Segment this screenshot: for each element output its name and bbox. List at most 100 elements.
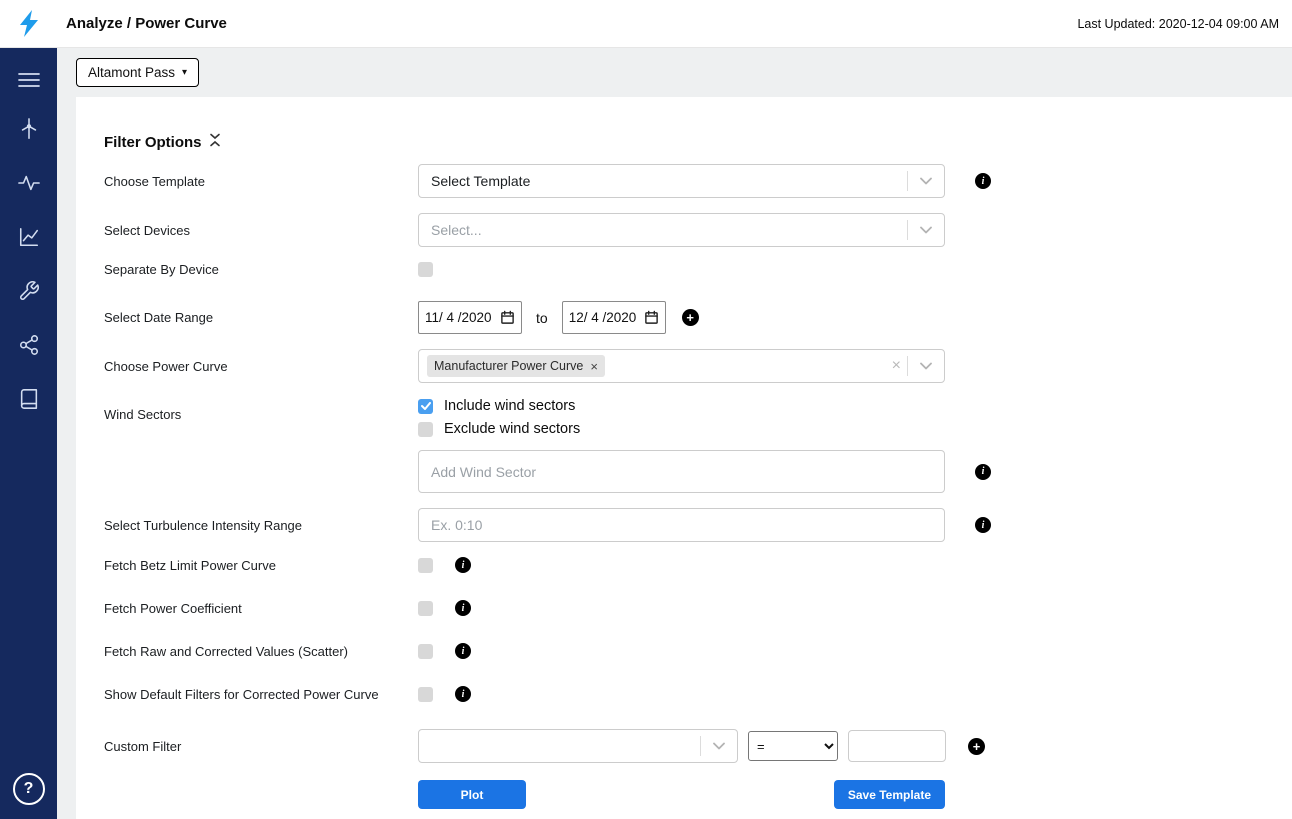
fetch-power-coefficient-checkbox[interactable] <box>418 600 433 616</box>
remove-tag-icon[interactable]: × <box>590 360 598 373</box>
menu-button[interactable] <box>0 58 57 102</box>
include-wind-sectors-option[interactable]: Include wind sectors <box>418 398 991 414</box>
info-icon[interactable]: i <box>975 463 991 480</box>
start-date-value: 11/ 4 /2020 <box>425 310 492 325</box>
wind-sectors-label: Wind Sectors <box>104 407 182 422</box>
choose-template-select[interactable]: Select Template <box>418 164 945 198</box>
info-icon[interactable]: i <box>975 173 991 189</box>
hamburger-icon <box>17 73 40 87</box>
site-selector-label: Altamont Pass <box>88 65 176 80</box>
calendar-icon[interactable] <box>500 310 515 325</box>
start-date-input[interactable]: 11/ 4 /2020 <box>418 301 522 334</box>
info-icon[interactable]: i <box>455 643 471 659</box>
wind-turbine-icon <box>21 118 36 139</box>
date-range-row: Select Date Range 11/ 4 /2020 to 12/ 4 /… <box>104 301 1292 334</box>
end-date-value: 12/ 4 /2020 <box>568 310 637 325</box>
fetch-betz-checkbox[interactable] <box>418 557 433 573</box>
select-devices-placeholder: Select... <box>431 222 482 238</box>
wind-sectors-row: Wind Sectors Include wind sectors Exclud… <box>104 398 1292 493</box>
custom-filter-value-input[interactable] <box>848 730 946 762</box>
select-devices-label: Select Devices <box>104 222 190 238</box>
form-actions: Plot Save Template <box>418 780 945 809</box>
turbulence-range-row: Select Turbulence Intensity Range i <box>104 508 1292 542</box>
sidebar: ? <box>0 48 57 819</box>
fetch-raw-corrected-checkbox[interactable] <box>418 643 433 659</box>
info-icon[interactable]: i <box>455 600 471 616</box>
fetch-power-coefficient-row: Fetch Power Coefficient i <box>104 600 1292 616</box>
page-title: Analyze / Power Curve <box>66 15 227 32</box>
sidebar-item-activity[interactable] <box>0 156 57 210</box>
select-devices-row: Select Devices Select... <box>104 213 1292 247</box>
chevron-down-icon[interactable] <box>908 350 944 382</box>
filter-options-title: Filter Options <box>104 134 202 151</box>
date-range-label: Select Date Range <box>104 310 214 325</box>
date-range-to-label: to <box>536 309 548 326</box>
custom-filter-operator-select[interactable]: = <box>748 731 838 761</box>
site-toolbar: Altamont Pass ▾ <box>57 48 1292 97</box>
add-date-range-button[interactable]: + <box>681 309 699 326</box>
help-button[interactable]: ? <box>12 773 45 805</box>
power-curve-tag: Manufacturer Power Curve × <box>427 355 605 377</box>
chevron-down-icon[interactable] <box>908 165 944 197</box>
include-wind-sectors-checkbox[interactable] <box>418 398 433 414</box>
fetch-betz-row: Fetch Betz Limit Power Curve i <box>104 557 1292 573</box>
choose-power-curve-label: Choose Power Curve <box>104 358 228 374</box>
sidebar-item-analyze[interactable] <box>0 210 57 264</box>
sidebar-item-library[interactable] <box>0 372 57 426</box>
show-default-filters-checkbox[interactable] <box>418 686 433 702</box>
choose-template-label: Choose Template <box>104 173 205 189</box>
choose-power-curve-row: Choose Power Curve Manufacturer Power Cu… <box>104 349 1292 383</box>
add-wind-sector-input[interactable] <box>418 450 945 493</box>
collapse-icon[interactable] <box>209 133 221 152</box>
sidebar-item-turbine[interactable] <box>0 102 57 156</box>
app-logo[interactable] <box>0 0 57 48</box>
custom-filter-row: Custom Filter = + <box>104 729 1292 763</box>
plot-button[interactable]: Plot <box>418 780 526 809</box>
turbulence-range-input[interactable] <box>418 508 945 542</box>
select-devices-select[interactable]: Select... <box>418 213 945 247</box>
separate-by-device-checkbox[interactable] <box>418 262 433 277</box>
sidebar-item-tools[interactable] <box>0 264 57 318</box>
info-icon[interactable]: i <box>455 557 471 573</box>
separate-by-device-row: Separate By Device <box>104 262 1292 277</box>
filter-panel: Filter Options Choose Template Select Te… <box>76 97 1292 819</box>
add-custom-filter-button[interactable]: + <box>968 737 985 755</box>
separate-by-device-label: Separate By Device <box>104 262 219 277</box>
app-header: Analyze / Power Curve Last Updated: 2020… <box>0 0 1292 48</box>
caret-down-icon: ▾ <box>182 66 188 78</box>
clear-all-icon[interactable]: × <box>886 357 907 375</box>
check-icon <box>420 402 431 410</box>
end-date-input[interactable]: 12/ 4 /2020 <box>561 301 666 334</box>
sidebar-item-share[interactable] <box>0 318 57 372</box>
exclude-wind-sectors-checkbox[interactable] <box>418 421 433 437</box>
wrench-icon <box>19 281 39 300</box>
fetch-raw-corrected-row: Fetch Raw and Corrected Values (Scatter)… <box>104 643 1292 659</box>
share-nodes-icon <box>19 335 38 355</box>
choose-template-row: Choose Template Select Template i <box>104 164 1292 198</box>
custom-filter-label: Custom Filter <box>104 738 182 754</box>
power-curve-tag-label: Manufacturer Power Curve <box>434 359 584 373</box>
chevron-down-icon[interactable] <box>908 214 944 246</box>
custom-filter-field-select[interactable] <box>418 729 738 763</box>
chevron-down-icon[interactable] <box>701 730 737 762</box>
choose-template-value: Select Template <box>431 173 531 189</box>
exclude-wind-sectors-option[interactable]: Exclude wind sectors <box>418 421 991 437</box>
fetch-betz-label: Fetch Betz Limit Power Curve <box>104 557 276 573</box>
show-default-filters-row: Show Default Filters for Corrected Power… <box>104 686 1292 702</box>
show-default-filters-label: Show Default Filters for Corrected Power… <box>104 686 379 702</box>
calendar-icon[interactable] <box>644 310 659 325</box>
turbulence-range-label: Select Turbulence Intensity Range <box>104 517 303 533</box>
choose-power-curve-select[interactable]: Manufacturer Power Curve × × <box>418 349 945 383</box>
chart-line-icon <box>19 227 38 247</box>
lightning-logo-icon <box>19 10 38 37</box>
activity-pulse-icon <box>17 175 40 191</box>
site-selector-button[interactable]: Altamont Pass ▾ <box>76 58 200 87</box>
fetch-power-coefficient-label: Fetch Power Coefficient <box>104 600 242 616</box>
info-icon[interactable]: i <box>455 686 471 702</box>
main-area: Altamont Pass ▾ Filter Options Choose Te… <box>57 48 1292 819</box>
exclude-wind-sectors-label: Exclude wind sectors <box>444 421 581 437</box>
save-template-button[interactable]: Save Template <box>833 780 945 809</box>
last-updated-text: Last Updated: 2020-12-04 09:00 AM <box>1077 16 1279 31</box>
info-icon[interactable]: i <box>975 517 991 533</box>
book-icon <box>20 389 37 409</box>
